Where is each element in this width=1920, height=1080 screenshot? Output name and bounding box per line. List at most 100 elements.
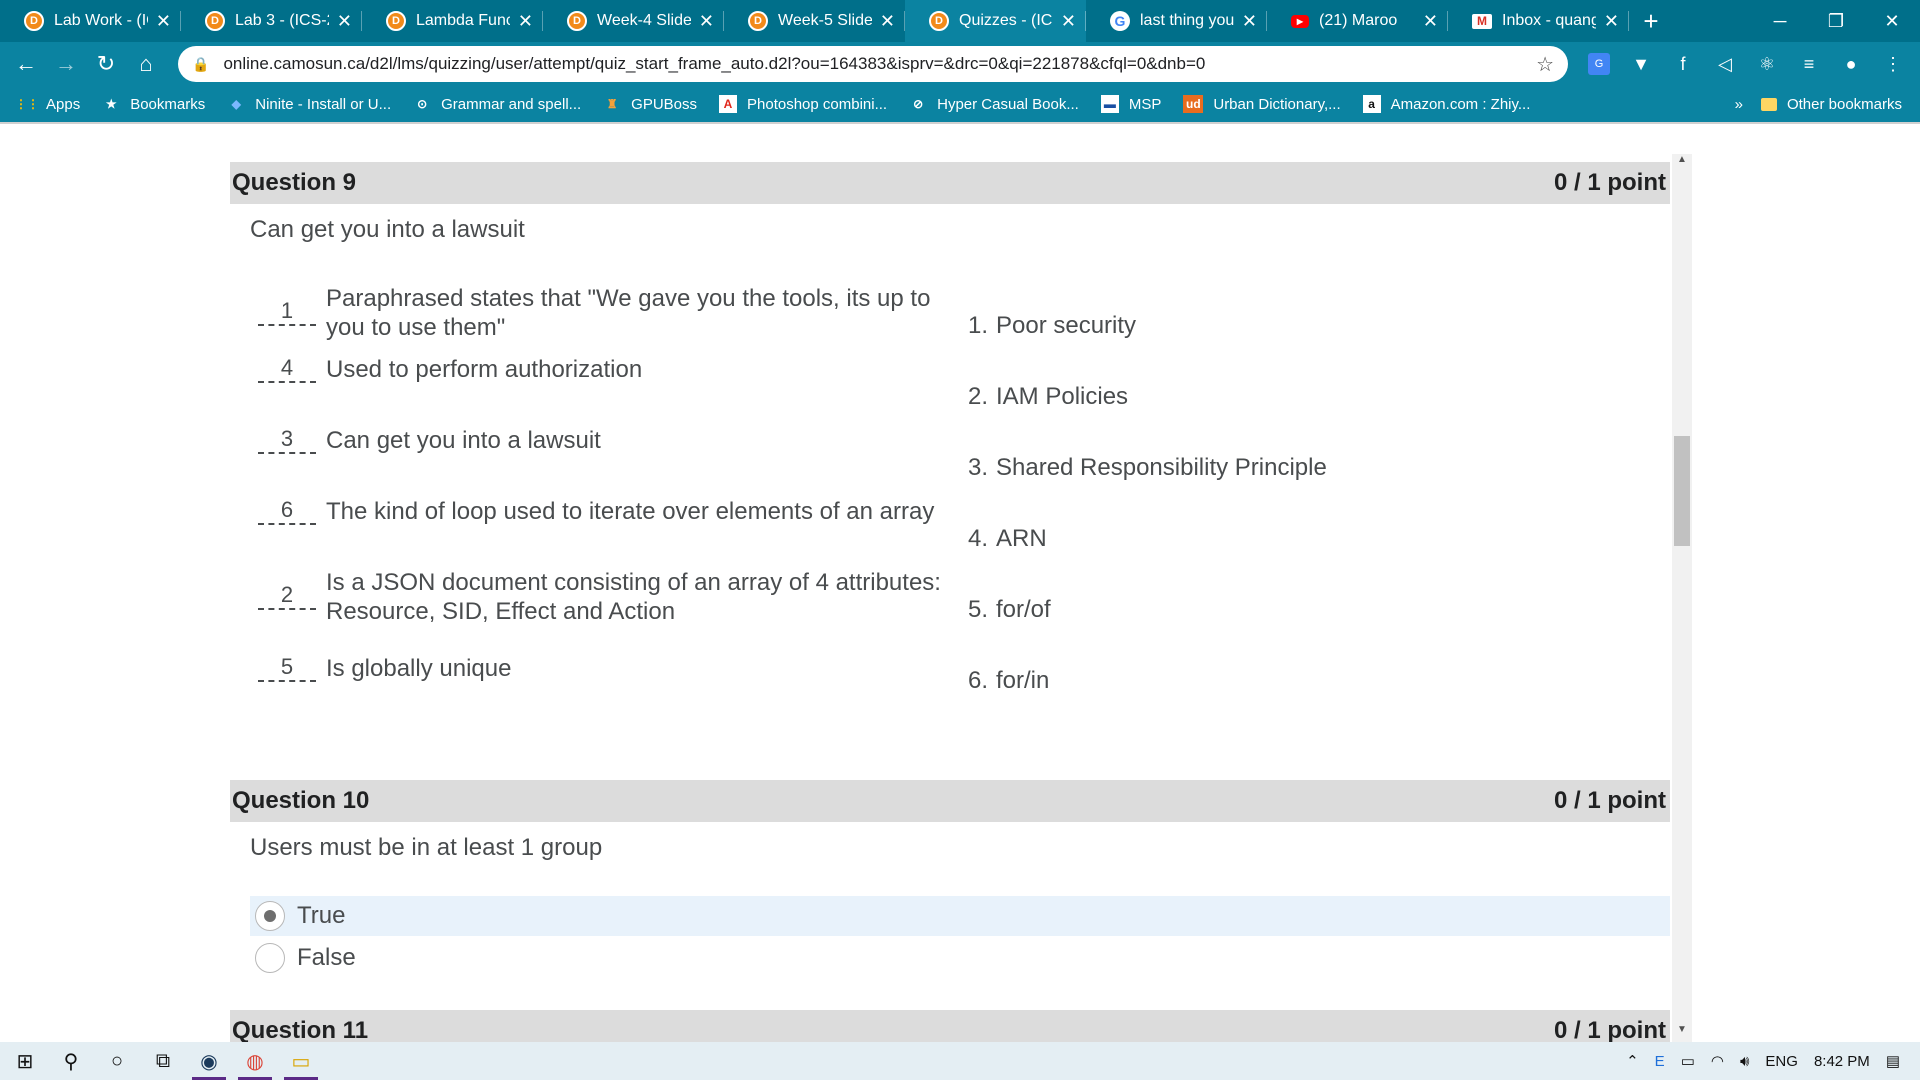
other-bookmarks-label: Other bookmarks	[1786, 95, 1902, 113]
close-icon[interactable]: ✕	[1423, 11, 1438, 32]
home-icon[interactable]: ⌂	[126, 44, 166, 84]
close-icon[interactable]: ✕	[1604, 11, 1619, 32]
matching-row: 4 Used to perform authorization	[258, 355, 958, 384]
google-translate-icon[interactable]: G	[1578, 53, 1620, 75]
tab[interactable]: D Lab Work - (ICS ✕	[0, 0, 181, 42]
option-true[interactable]: True	[250, 896, 1670, 936]
choice-number: 6.	[968, 667, 989, 694]
bookmark-photoshop[interactable]: A Photoshop combini...	[719, 95, 887, 113]
bookmark-bookmarks[interactable]: ★ Bookmarks	[102, 95, 205, 113]
choice-label: for/of	[996, 596, 1051, 623]
option-false[interactable]: False	[250, 938, 1670, 978]
tab[interactable]: D Week-5 Slides ✕	[724, 0, 905, 42]
match-answer-field[interactable]: 2	[258, 584, 316, 610]
bookmark-apps[interactable]: ⋮⋮ Apps	[15, 95, 80, 113]
cortana-icon[interactable]: ○	[94, 1042, 140, 1080]
bookmark-gpuboss[interactable]: ♜ GPUBoss	[603, 95, 697, 113]
forward-icon[interactable]: →	[46, 44, 86, 84]
choice-item: 6. for/in	[968, 667, 1468, 695]
media-queue-icon[interactable]: ≡	[1788, 54, 1830, 75]
match-answer-field[interactable]: 6	[258, 498, 316, 525]
amazon-icon: a	[1362, 95, 1381, 113]
wifi-icon[interactable]: ◠	[1711, 1052, 1724, 1070]
match-statement: Can get you into a lawsuit	[326, 427, 601, 454]
bookmark-amazon[interactable]: a Amazon.com : Zhiy...	[1362, 95, 1530, 113]
clock[interactable]: 8:42 PM	[1814, 1053, 1870, 1070]
bookmark-label: Bookmarks	[130, 95, 206, 113]
tab[interactable]: D Week-4 Slides ✕	[543, 0, 724, 42]
search-icon[interactable]: ⚲	[48, 1042, 94, 1080]
close-icon[interactable]: ✕	[518, 11, 533, 32]
profile-avatar-icon[interactable]: ●	[1830, 54, 1872, 75]
bookmark-hyper-casual[interactable]: ⊘ Hyper Casual Book...	[909, 95, 1079, 113]
tab-active[interactable]: D Quizzes - (ICS- ✕	[905, 0, 1086, 42]
tab[interactable]: D Lab 3 - (ICS-21 ✕	[181, 0, 362, 42]
scroll-up-icon[interactable]: ▲	[1672, 154, 1692, 172]
close-icon[interactable]: ✕	[880, 11, 895, 32]
bookmark-label: Photoshop combini...	[747, 95, 888, 113]
question-10-prompt: Users must be in at least 1 group	[250, 834, 603, 861]
menu-kebab-icon[interactable]: ⋮	[1872, 54, 1914, 75]
match-answer-field[interactable]: 4	[258, 356, 316, 383]
volume-icon[interactable]: 🔊︎	[1740, 1053, 1749, 1070]
scroll-down-icon[interactable]: ▼	[1672, 1024, 1692, 1042]
notifications-icon[interactable]: ▤	[1886, 1052, 1900, 1070]
extension-share-icon[interactable]: ◁	[1704, 54, 1746, 75]
lock-icon[interactable]: 🔒	[192, 56, 209, 73]
close-icon[interactable]: ✕	[156, 11, 171, 32]
tray-app-icon[interactable]: E	[1655, 1053, 1665, 1070]
task-view-icon[interactable]: ⧉	[140, 1042, 186, 1080]
steam-icon[interactable]: ◉	[186, 1042, 232, 1080]
matching-row: 2 Is a JSON document consisting of an ar…	[258, 568, 958, 626]
divider	[0, 122, 1920, 134]
question-points: 0 / 1 point	[1553, 1017, 1666, 1042]
facebook-icon[interactable]: f	[1662, 54, 1704, 75]
match-answer-field[interactable]: 3	[258, 427, 316, 454]
tab-title: (21) Maroo	[1319, 12, 1398, 29]
bookmark-label: Hyper Casual Book...	[937, 95, 1079, 113]
react-icon[interactable]: ⚛	[1746, 54, 1788, 75]
tab[interactable]: G last thing you c ✕	[1086, 0, 1267, 42]
close-icon[interactable]: ✕	[337, 11, 352, 32]
close-icon[interactable]: ✕	[1242, 11, 1257, 32]
reload-icon[interactable]: ↻	[86, 44, 126, 84]
d2l-icon: D	[386, 11, 406, 31]
vue-devtools-icon[interactable]: ▼	[1620, 54, 1662, 75]
chevron-up-icon[interactable]: ⌃	[1626, 1052, 1639, 1070]
back-icon[interactable]: ←	[6, 44, 46, 84]
bookmark-grammar[interactable]: ⊙ Grammar and spell...	[413, 95, 581, 113]
close-icon[interactable]: ✕	[699, 11, 714, 32]
windows-start-icon[interactable]: ⊞	[2, 1042, 48, 1080]
chrome-icon[interactable]: ◍	[232, 1042, 278, 1080]
bookmark-msp[interactable]: ▬ MSP	[1100, 95, 1161, 113]
bookmarks-bar: ⋮⋮ Apps ★ Bookmarks ◆ Ninite - Install o…	[0, 86, 1920, 122]
bookmark-ninite[interactable]: ◆ Ninite - Install or U...	[227, 95, 392, 113]
radio-button[interactable]	[255, 943, 285, 973]
address-url[interactable]: online.camosun.ca/d2l/lms/quizzing/user/…	[223, 54, 1536, 74]
radio-button-selected[interactable]	[255, 901, 285, 931]
minimize-icon[interactable]: ─	[1752, 0, 1808, 42]
tab[interactable]: ▶ (21) Maroo ✕	[1267, 0, 1448, 42]
file-explorer-icon[interactable]: ▭	[278, 1042, 324, 1080]
bookmarks-overflow-button[interactable]: »	[1735, 96, 1743, 113]
address-bar[interactable]: 🔒 online.camosun.ca/d2l/lms/quizzing/use…	[178, 46, 1568, 82]
scrollbar-thumb[interactable]	[1674, 436, 1690, 546]
battery-icon[interactable]: ▭	[1681, 1052, 1695, 1070]
bookmark-star-icon[interactable]: ☆	[1536, 52, 1554, 77]
bookmark-urban-dictionary[interactable]: ud Urban Dictionary,...	[1183, 95, 1341, 113]
other-bookmarks[interactable]: Other bookmarks	[1760, 95, 1902, 113]
tab[interactable]: M Inbox - quangh ✕	[1448, 0, 1629, 42]
match-answer-field[interactable]: 1	[258, 300, 316, 326]
close-icon[interactable]: ✕	[1061, 11, 1076, 32]
d2l-icon: D	[24, 11, 44, 31]
close-window-icon[interactable]: ✕	[1864, 0, 1920, 42]
match-answer-field[interactable]: 5	[258, 655, 316, 682]
tab[interactable]: D Lambda Functio ✕	[362, 0, 543, 42]
windows-taskbar: ⊞ ⚲ ○ ⧉ ◉ ◍ ▭ ⌃ E ▭ ◠ 🔊︎ ENG 8:42 PM ▤	[0, 1042, 1920, 1080]
language-indicator[interactable]: ENG	[1765, 1053, 1798, 1070]
option-label: True	[297, 902, 346, 929]
new-tab-button[interactable]: +	[1629, 0, 1673, 42]
scrollbar-track[interactable]	[1672, 154, 1692, 1042]
tab-title: Lab Work - (ICS	[54, 12, 148, 29]
restore-icon[interactable]: ❐	[1808, 0, 1864, 42]
